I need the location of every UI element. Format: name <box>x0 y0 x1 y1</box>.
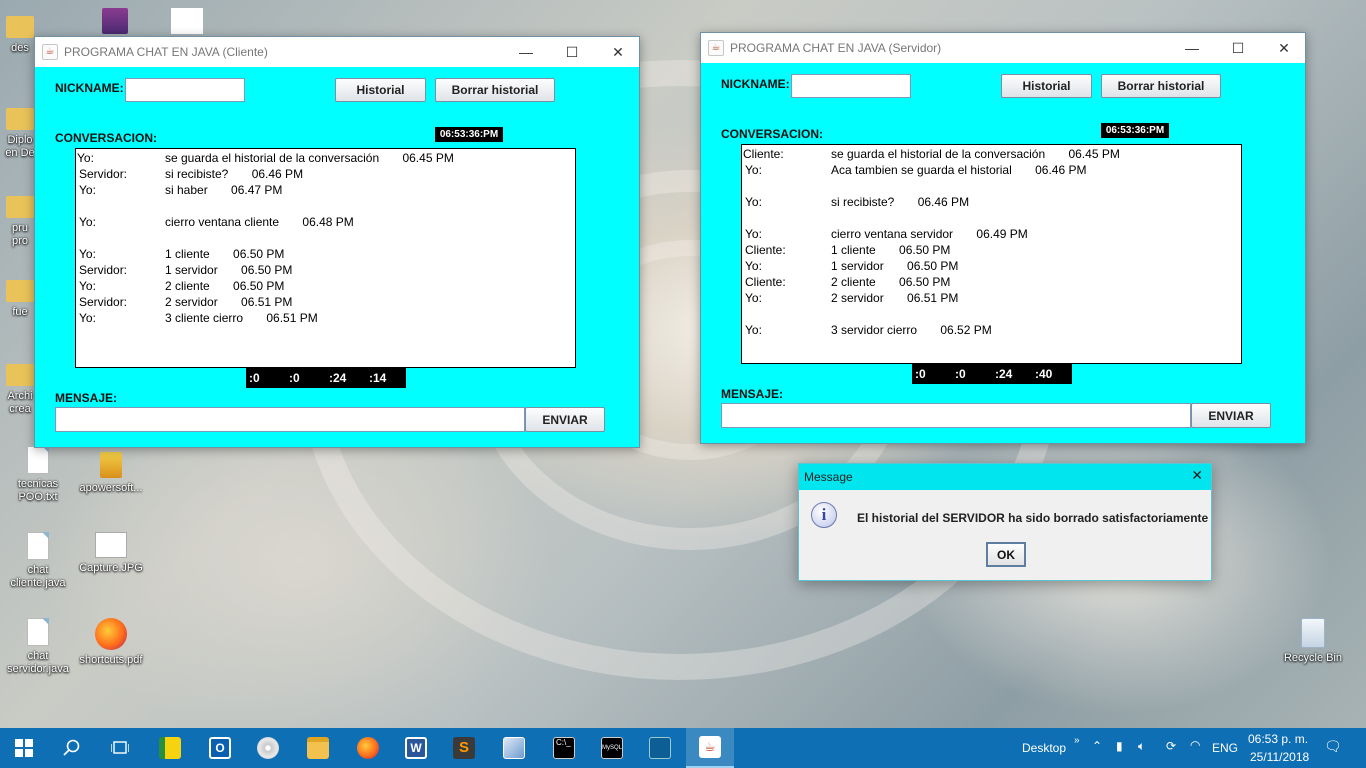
java-icon[interactable]: ☕ <box>686 728 734 768</box>
java-icon: ☕ <box>708 40 724 56</box>
java-icon: ☕ <box>42 44 58 60</box>
virtualbox-icon[interactable] <box>490 728 538 768</box>
firefox-icon <box>95 618 127 650</box>
firefox-icon[interactable] <box>344 728 392 768</box>
clock-display: 06:53:36:PM <box>1101 123 1169 138</box>
java-file-icon <box>27 532 49 560</box>
show-hidden-icons-icon[interactable]: ⌃ <box>1092 739 1102 753</box>
minimize-button[interactable]: — <box>503 37 549 67</box>
wifi-icon[interactable]: ◠ <box>1190 738 1200 752</box>
message-dialog: Message ✕ i El historial del SERVIDOR ha… <box>798 463 1212 581</box>
desktop-icon-chat-servidor[interactable]: chat servidor.java <box>1 618 75 676</box>
outlook-icon[interactable]: O <box>196 728 244 768</box>
mensaje-input[interactable] <box>721 403 1191 428</box>
nickname-field[interactable] <box>791 74 911 98</box>
search-icon[interactable] <box>48 728 96 768</box>
desktop-icon-capture[interactable]: Capture.JPG <box>74 532 148 575</box>
folder-icon <box>6 16 34 38</box>
client-titlebar[interactable]: ☕ PROGRAMA CHAT EN JAVA (Cliente) — ☐ ✕ <box>35 37 639 67</box>
image-file-icon <box>95 532 127 558</box>
installer-icon <box>100 452 122 478</box>
nickname-field[interactable] <box>125 78 245 102</box>
borrar-historial-button[interactable]: Borrar historial <box>435 78 555 102</box>
minimize-button[interactable]: — <box>1169 33 1215 63</box>
conversation-area[interactable]: Yo: se guarda el historial de la conversa… <box>75 148 576 368</box>
mysql-icon[interactable]: MySQL <box>588 728 636 768</box>
desktop-icon-winrar[interactable] <box>78 8 152 38</box>
sublime-icon[interactable]: S <box>440 728 488 768</box>
enviar-button[interactable]: ENVIAR <box>1191 403 1271 428</box>
historial-button[interactable]: Historial <box>1001 74 1092 98</box>
conversation-area[interactable]: Cliente: se guarda el historial de la con… <box>741 144 1242 364</box>
desktop-toolbar-label[interactable]: Desktop <box>1022 741 1066 755</box>
mensaje-label: MENSAJE: <box>721 387 784 401</box>
information-icon: i <box>811 502 837 528</box>
folder-icon <box>6 364 34 386</box>
java-file-icon <box>27 618 49 646</box>
close-icon[interactable]: ✕ <box>1191 467 1203 484</box>
taskbar: O W S C:\_ MySQL ☕ Desktop » ⌃ ▮ 🔈︎ ⟳ ◠ … <box>0 728 1366 768</box>
maximize-button[interactable]: ☐ <box>549 37 595 67</box>
folder-icon <box>6 280 34 302</box>
clock-time[interactable]: 06:53 p. m. <box>1248 732 1308 746</box>
clock-display: 06:53:36:PM <box>435 127 503 142</box>
client-window: ☕ PROGRAMA CHAT EN JAVA (Cliente) — ☐ ✕ … <box>34 36 640 448</box>
window-title: PROGRAMA CHAT EN JAVA (Cliente) <box>64 45 268 59</box>
close-button[interactable]: ✕ <box>1261 33 1307 63</box>
dialog-message: El historial del SERVIDOR ha sido borrad… <box>857 511 1209 525</box>
nickname-label: NICKNAME: <box>721 77 790 91</box>
desktop-icon-recycle-bin[interactable]: Recycle Bin <box>1276 618 1350 665</box>
recycle-bin-icon <box>1301 618 1325 648</box>
session-timer: :0 :0 :24 :14 <box>246 368 406 388</box>
enviar-button[interactable]: ENVIAR <box>525 407 605 432</box>
desktop-icon-chat-cliente[interactable]: chat cliente.java <box>1 532 75 590</box>
document-icon <box>171 8 203 34</box>
mensaje-label: MENSAJE: <box>55 391 118 405</box>
desktop-icon-tecnicas[interactable]: tecnicas POO.txt <box>1 446 75 504</box>
desktop-icon-blank[interactable] <box>150 8 224 38</box>
task-view-icon[interactable] <box>96 728 144 768</box>
workbench-icon[interactable] <box>636 728 684 768</box>
volume-icon[interactable]: 🔈︎ <box>1138 739 1145 754</box>
sync-icon[interactable]: ⟳ <box>1166 739 1176 753</box>
window-title: PROGRAMA CHAT EN JAVA (Servidor) <box>730 41 942 55</box>
word-icon[interactable]: W <box>392 728 440 768</box>
clock-date[interactable]: 25/11/2018 <box>1250 750 1309 764</box>
chevron-up-icon[interactable]: » <box>1074 735 1080 746</box>
network-icon[interactable]: ▮ <box>1116 739 1123 753</box>
close-button[interactable]: ✕ <box>595 37 641 67</box>
start-icon[interactable] <box>0 728 48 768</box>
server-titlebar[interactable]: ☕ PROGRAMA CHAT EN JAVA (Servidor) — ☐ ✕ <box>701 33 1305 63</box>
folder-icon <box>6 196 34 218</box>
dialog-titlebar[interactable]: Message ✕ <box>799 464 1211 490</box>
winrar-icon <box>102 8 128 34</box>
file-explorer-icon[interactable] <box>294 728 342 768</box>
server-window: ☕ PROGRAMA CHAT EN JAVA (Servidor) — ☐ ✕… <box>700 32 1306 444</box>
text-file-icon <box>27 446 49 474</box>
historial-button[interactable]: Historial <box>335 78 426 102</box>
sticky-notes-icon[interactable] <box>146 728 194 768</box>
session-timer: :0 :0 :24 :40 <box>912 364 1072 384</box>
folder-icon <box>6 108 34 130</box>
nickname-label: NICKNAME: <box>55 81 124 95</box>
disc-icon[interactable] <box>244 728 292 768</box>
conversacion-label: CONVERSACION: <box>55 131 158 145</box>
maximize-button[interactable]: ☐ <box>1215 33 1261 63</box>
mensaje-input[interactable] <box>55 407 525 432</box>
notifications-icon[interactable]: 🗨︎ <box>1324 738 1342 755</box>
cmd-icon[interactable]: C:\_ <box>540 728 588 768</box>
conversacion-label: CONVERSACION: <box>721 127 824 141</box>
borrar-historial-button[interactable]: Borrar historial <box>1101 74 1221 98</box>
desktop-icon-shortcuts[interactable]: shortcuts.pdf <box>74 618 148 667</box>
dialog-title: Message <box>804 470 853 484</box>
desktop-icon-apowersoft[interactable]: apowersoft... <box>74 452 148 495</box>
language-indicator[interactable]: ENG <box>1212 741 1238 755</box>
ok-button[interactable]: OK <box>986 542 1026 567</box>
